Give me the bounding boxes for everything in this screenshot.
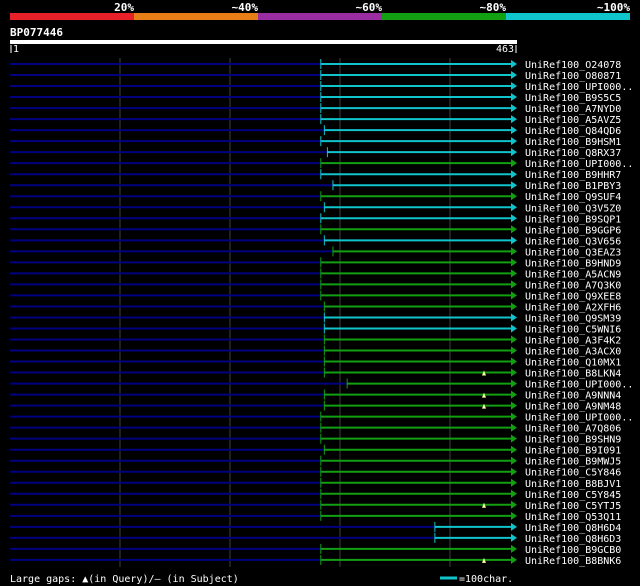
identity-scale-label: ~60% — [356, 1, 383, 14]
hit-label[interactable]: UniRef100_B9HSM1 — [525, 137, 621, 148]
hit-label[interactable]: UniRef100_B9HHR7 — [525, 170, 621, 181]
hit-label[interactable]: UniRef100_UPI000.. — [525, 159, 633, 170]
hit-label[interactable]: UniRef100_B9GGP6 — [525, 225, 621, 236]
hit-label[interactable]: UniRef100_A3F4K2 — [525, 336, 621, 347]
identity-scale-label: 20% — [114, 1, 134, 14]
identity-scale-segment — [258, 13, 382, 20]
hit-label[interactable]: UniRef100_B9GCB0 — [525, 545, 621, 556]
identity-scale-segment — [506, 13, 630, 20]
identity-scale-segment — [134, 13, 258, 20]
hit-label[interactable]: UniRef100_Q3V5Z0 — [525, 203, 621, 214]
hit-label[interactable]: UniRef100_O24078 — [525, 60, 621, 71]
hit-label[interactable]: UniRef100_A2XFH6 — [525, 302, 621, 313]
hit-label[interactable]: UniRef100_Q10MX1 — [525, 358, 621, 369]
hit-label[interactable]: UniRef100_C5WNI6 — [525, 324, 621, 335]
query-bar — [10, 40, 517, 44]
hit-label[interactable]: UniRef100_C5Y845 — [525, 490, 621, 501]
hit-label[interactable]: UniRef100_Q8RX37 — [525, 148, 621, 159]
hit-label[interactable]: UniRef100_B8BJV1 — [525, 479, 621, 490]
identity-scale-label: ~100% — [597, 1, 630, 14]
hit-label[interactable]: UniRef100_A5AVZ5 — [525, 115, 621, 126]
hit-label[interactable]: UniRef100_Q8H6D3 — [525, 534, 621, 545]
hit-label[interactable]: UniRef100_A3ACX0 — [525, 347, 621, 358]
identity-scale-bar — [10, 13, 630, 20]
hit-label[interactable]: UniRef100_B9S5C5 — [525, 93, 621, 104]
identity-scale-label: ~40% — [232, 1, 259, 14]
hit-label[interactable]: UniRef100_A5ACN9 — [525, 269, 621, 280]
hit-label[interactable]: UniRef100_Q53Q11 — [525, 512, 621, 523]
hit-label[interactable]: UniRef100_Q3EAZ3 — [525, 247, 621, 258]
scale-bar-label: =100char. — [459, 574, 513, 585]
hit-label[interactable]: UniRef100_B1PBY3 — [525, 181, 621, 192]
hit-label[interactable]: UniRef100_UPI000.. — [525, 380, 633, 391]
hit-label[interactable]: UniRef100_B8BNK6 — [525, 556, 621, 567]
hit-label[interactable]: UniRef100_O80871 — [525, 71, 621, 82]
hit-label[interactable]: UniRef100_UPI000.. — [525, 413, 633, 424]
hit-label[interactable]: UniRef100_A7Q806 — [525, 424, 621, 435]
alignment-overview: 20% ~40% ~60% ~80% ~100% BP077446 1 463 UniR… — [0, 0, 640, 586]
hit-label[interactable]: UniRef100_B8LKN4 — [525, 369, 621, 380]
hit-label[interactable]: UniRef100_C5Y846 — [525, 468, 621, 479]
hit-label[interactable]: UniRef100_Q3V656 — [525, 236, 621, 247]
identity-scale-label: ~80% — [480, 1, 507, 14]
query-end-label: 463 — [496, 44, 514, 55]
hit-label[interactable]: UniRef100_A7Q3K0 — [525, 280, 621, 291]
hit-label[interactable]: UniRef100_Q84QD6 — [525, 126, 621, 137]
hit-label[interactable]: UniRef100_Q9SUF4 — [525, 192, 621, 203]
hit-label[interactable]: UniRef100_Q8H6D4 — [525, 523, 621, 534]
hit-label[interactable]: UniRef100_B9I091 — [525, 446, 621, 457]
hit-label[interactable]: UniRef100_B9HND9 — [525, 258, 621, 269]
hit-label[interactable]: UniRef100_UPI000.. — [525, 82, 633, 93]
query-name: BP077446 — [10, 26, 63, 39]
identity-scale-segment — [10, 13, 134, 20]
gap-legend: Large gaps: ▲(in Query)/— (in Subject) — [10, 574, 239, 585]
hit-label[interactable]: UniRef100_A9NNN4 — [525, 391, 621, 402]
hit-label[interactable]: UniRef100_B9SHN9 — [525, 435, 621, 446]
hit-label[interactable]: UniRef100_B9SQP1 — [525, 214, 621, 225]
hit-label[interactable]: UniRef100_Q9XEE8 — [525, 291, 621, 302]
hit-label[interactable]: UniRef100_B9MWJ5 — [525, 457, 621, 468]
hit-label[interactable]: UniRef100_Q9SM39 — [525, 313, 621, 324]
identity-scale-segment — [382, 13, 506, 20]
hit-label[interactable]: UniRef100_A9NM48 — [525, 402, 621, 413]
hit-label[interactable]: UniRef100_A7NYD0 — [525, 104, 621, 115]
query-start-label: 1 — [13, 44, 19, 55]
hit-label[interactable]: UniRef100_C5YTJ5 — [525, 501, 621, 512]
